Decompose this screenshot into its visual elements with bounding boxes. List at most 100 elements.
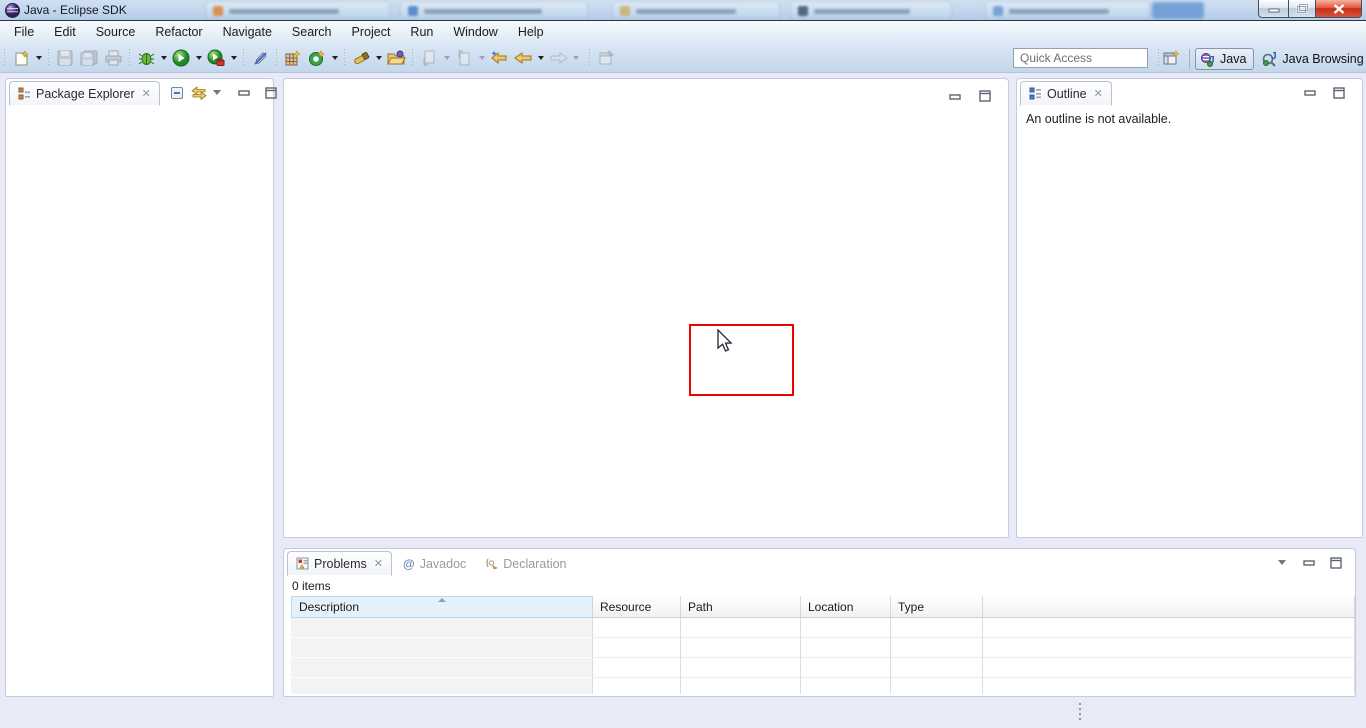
previous-annotation-button[interactable]	[452, 46, 476, 70]
restore-button[interactable]	[1288, 0, 1316, 18]
close-button[interactable]	[1316, 0, 1362, 18]
titlebar: Java - Eclipse SDK	[0, 0, 1366, 21]
next-annotation-icon	[421, 50, 437, 66]
menu-window[interactable]: Window	[443, 22, 507, 42]
menu-project[interactable]: Project	[342, 22, 401, 42]
minimize-view-button[interactable]	[235, 84, 253, 102]
save-button[interactable]	[53, 46, 77, 70]
outline-tab[interactable]: Outline ✕	[1020, 81, 1112, 106]
next-annotation-button[interactable]	[417, 46, 441, 70]
maximize-outline-button[interactable]	[1330, 84, 1348, 102]
new-wizard-button[interactable]	[9, 46, 33, 70]
forward-button[interactable]	[546, 46, 570, 70]
background-browser-tab[interactable]	[612, 1, 780, 20]
link-with-editor-button[interactable]	[190, 84, 208, 102]
problems-tab[interactable]: Problems ✕	[287, 551, 392, 576]
search-dropdown[interactable]	[373, 46, 384, 70]
next-annotation-dropdown[interactable]	[441, 46, 452, 70]
menu-source[interactable]: Source	[86, 22, 146, 42]
outline-panel: Outline ✕ An outline is not available.	[1016, 78, 1363, 538]
new-wizard-icon	[13, 50, 30, 67]
new-java-class-dropdown[interactable]	[329, 46, 340, 70]
print-button[interactable]	[101, 46, 125, 70]
package-explorer-title: Package Explorer	[36, 87, 135, 101]
java-perspective-button[interactable]: J Java	[1195, 48, 1254, 70]
package-explorer-tab[interactable]: Package Explorer ✕	[9, 81, 160, 106]
back-dropdown[interactable]	[535, 46, 546, 70]
menu-edit[interactable]: Edit	[44, 22, 86, 42]
debug-button[interactable]	[134, 46, 158, 70]
background-browser-tab[interactable]	[205, 1, 390, 20]
new-java-class-button[interactable]	[305, 46, 329, 70]
outline-close-icon[interactable]: ✕	[1094, 87, 1103, 100]
main-toolbar: J Java J Java Browsing	[0, 44, 1366, 73]
package-explorer-close-icon[interactable]: ✕	[142, 87, 151, 100]
maximize-editor-button[interactable]	[976, 87, 994, 105]
javadoc-icon: @	[403, 557, 415, 571]
package-explorer-body[interactable]	[6, 106, 273, 696]
previous-annotation-dropdown[interactable]	[476, 46, 487, 70]
back-icon	[514, 50, 533, 66]
run-button[interactable]	[169, 46, 193, 70]
menu-run[interactable]: Run	[400, 22, 443, 42]
menu-file[interactable]: File	[4, 22, 44, 42]
background-browser-tab[interactable]	[985, 1, 1150, 20]
workbench: Package Explorer ✕	[0, 73, 1366, 700]
minimize-outline-icon	[1304, 88, 1316, 97]
declaration-tab[interactable]: Declaration	[477, 551, 574, 576]
minimize-button[interactable]	[1258, 0, 1288, 18]
package-explorer-icon	[18, 87, 31, 100]
minimize-editor-button[interactable]	[946, 87, 964, 105]
menu-help[interactable]: Help	[508, 22, 554, 42]
external-tools-button[interactable]	[204, 46, 228, 70]
collapse-all-icon	[170, 86, 184, 100]
column-header-resource[interactable]: Resource	[593, 596, 681, 618]
editor-area[interactable]	[283, 78, 1009, 538]
outline-icon	[1029, 87, 1042, 100]
new-java-project-icon	[284, 50, 302, 67]
javadoc-tab[interactable]: @ Javadoc	[395, 551, 474, 576]
pin-editor-button[interactable]	[594, 46, 618, 70]
menu-navigate[interactable]: Navigate	[213, 22, 282, 42]
java-browsing-perspective-button[interactable]: J Java Browsing	[1254, 48, 1366, 70]
search-button[interactable]	[349, 46, 373, 70]
javadoc-tab-label: Javadoc	[420, 557, 467, 571]
java-browsing-perspective-icon: J	[1261, 51, 1278, 67]
minimize-outline-button[interactable]	[1301, 84, 1319, 102]
column-header-path[interactable]: Path	[681, 596, 801, 618]
minimize-problems-button[interactable]	[1300, 554, 1318, 572]
run-icon	[172, 49, 190, 67]
column-header-location[interactable]: Location	[801, 596, 891, 618]
quick-access-input[interactable]	[1013, 48, 1148, 68]
menu-search[interactable]: Search	[282, 22, 342, 42]
background-browser-tab[interactable]	[790, 1, 952, 20]
collapse-all-button[interactable]	[168, 84, 186, 102]
forward-dropdown[interactable]	[570, 46, 581, 70]
statusbar-drag-handle[interactable]	[1078, 703, 1082, 722]
back-button[interactable]	[511, 46, 535, 70]
view-menu-button[interactable]	[208, 84, 226, 102]
external-tools-icon	[207, 49, 225, 67]
problems-view-menu-button[interactable]	[1273, 554, 1291, 572]
background-browser-button[interactable]	[1152, 2, 1204, 19]
run-dropdown[interactable]	[193, 46, 204, 70]
save-all-button[interactable]	[77, 46, 101, 70]
open-perspective-button[interactable]	[1160, 47, 1184, 71]
external-tools-dropdown[interactable]	[228, 46, 239, 70]
new-wizard-dropdown[interactable]	[33, 46, 44, 70]
column-header-type[interactable]: Type	[891, 596, 983, 618]
problems-close-icon[interactable]: ✕	[374, 557, 383, 570]
open-task-button[interactable]	[384, 46, 408, 70]
package-explorer-panel: Package Explorer ✕	[5, 78, 274, 697]
last-edit-location-button[interactable]	[487, 46, 511, 70]
new-java-project-button[interactable]	[281, 46, 305, 70]
column-header-description[interactable]: Description	[291, 596, 593, 618]
debug-dropdown[interactable]	[158, 46, 169, 70]
maximize-problems-button[interactable]	[1327, 554, 1345, 572]
mark-occurrences-button[interactable]	[248, 46, 272, 70]
background-browser-tab[interactable]	[400, 1, 588, 20]
problems-table-header: Description Resource Path Location Type	[291, 596, 1355, 618]
print-icon	[105, 50, 122, 66]
maximize-view-button[interactable]	[262, 84, 280, 102]
menu-refactor[interactable]: Refactor	[145, 22, 212, 42]
